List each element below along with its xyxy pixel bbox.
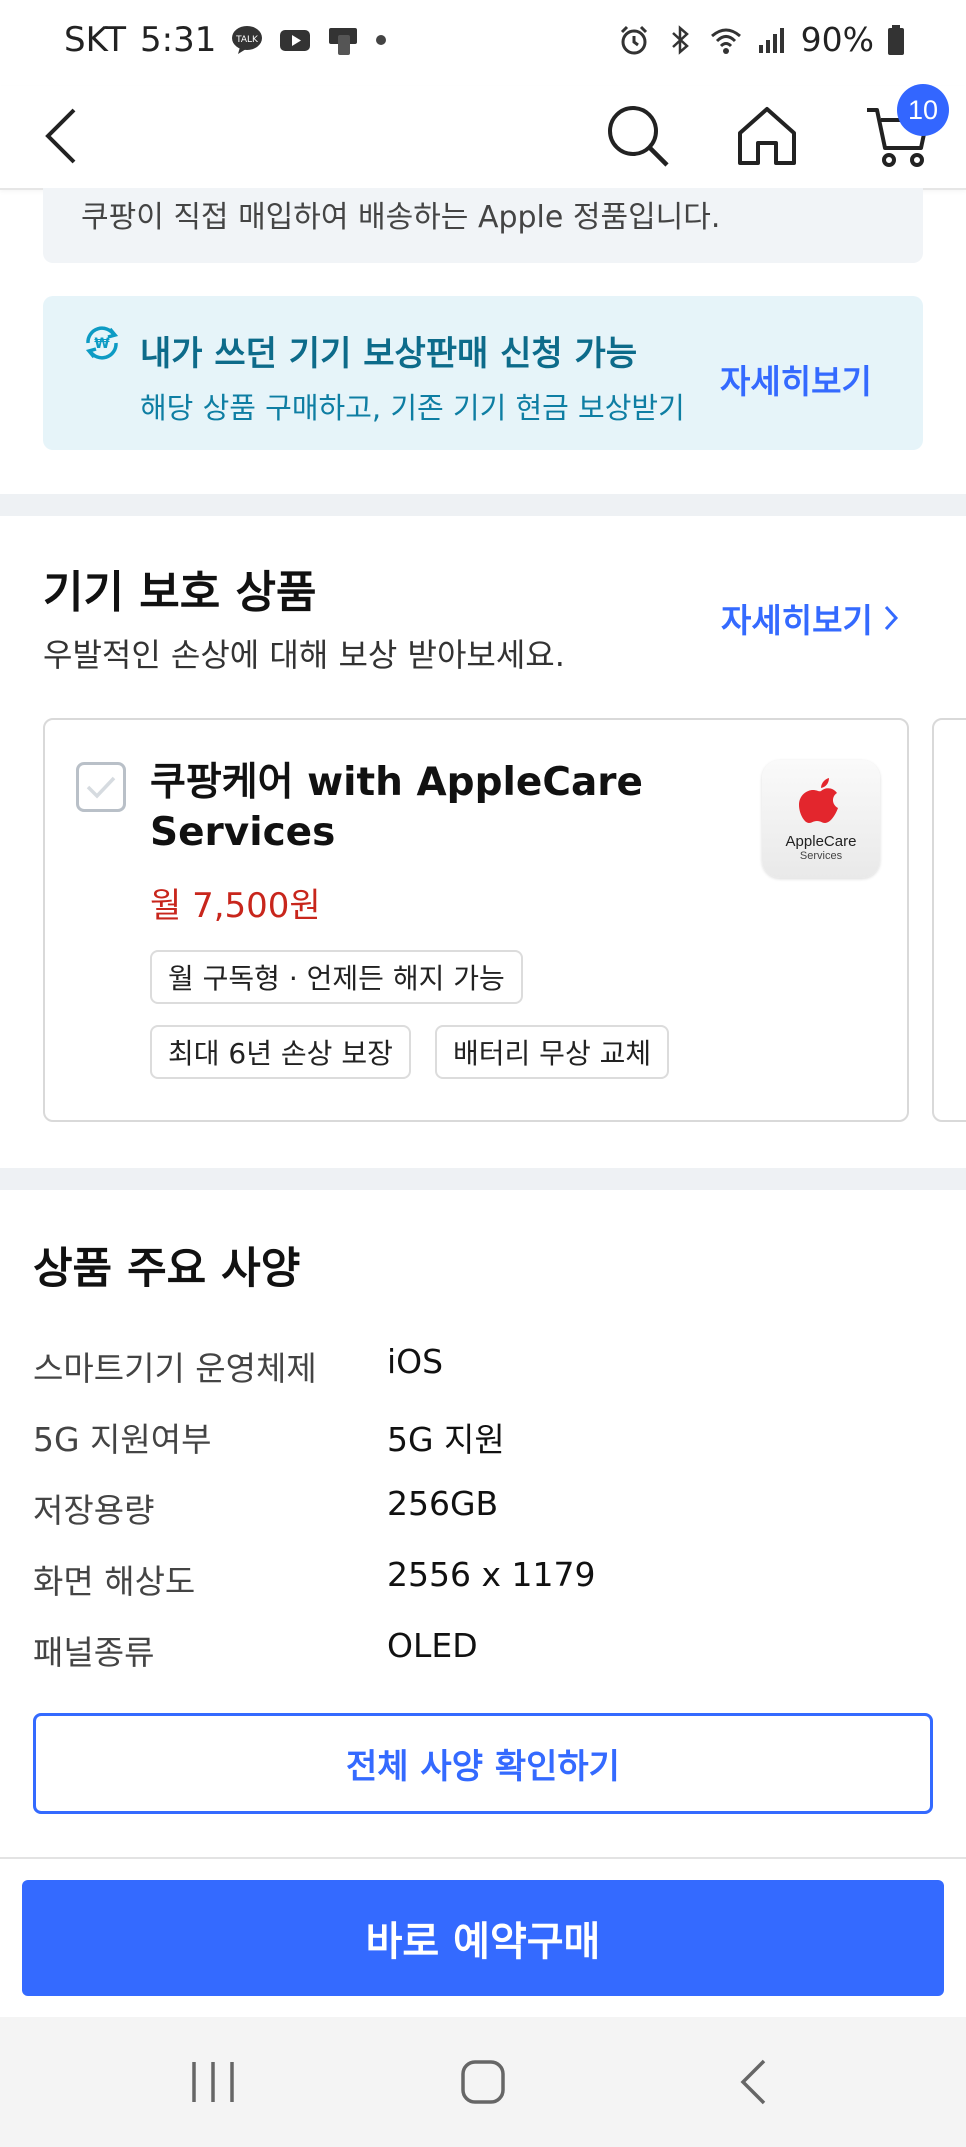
spec-label: 화면 해상도 <box>33 1562 196 1601</box>
trade-in-detail-link[interactable]: 자세히보기 <box>720 355 872 403</box>
section-divider <box>0 1168 966 1190</box>
alarm-icon <box>620 25 647 54</box>
system-nav-bar <box>0 2017 966 2147</box>
notice-text: 쿠팡이 직접 매입하여 배송하는 Apple 정품입니다. <box>81 200 721 235</box>
dot-icon <box>376 35 387 45</box>
trade-in-subtitle: 해당 상품 구매하고, 기존 기기 현금 보상받기 <box>140 391 685 425</box>
search-button[interactable] <box>598 96 678 176</box>
bluetooth-icon <box>671 24 689 55</box>
spec-value: 5G 지원 <box>387 1420 505 1459</box>
status-left: SKT 5:31 TALK <box>64 20 388 60</box>
home-icon <box>738 107 796 165</box>
back-button[interactable] <box>22 96 102 176</box>
view-all-specs-button[interactable]: 전체 사양 확인하기 <box>33 1713 933 1814</box>
home-system-button[interactable] <box>443 2047 523 2117</box>
spec-value: 2556 x 1179 <box>387 1555 596 1594</box>
battery-icon <box>888 24 904 55</box>
back-arrow-icon <box>45 108 76 164</box>
spec-label: 저장용량 <box>33 1491 155 1530</box>
check-icon <box>86 776 116 799</box>
svg-text:₩: ₩ <box>94 336 110 352</box>
time-label: 5:31 <box>140 20 217 60</box>
spec-row: 스마트기기 운영체제 iOS <box>33 1342 933 1402</box>
protection-card-title: 쿠팡케어 with AppleCare Services <box>150 760 643 855</box>
spec-row: 화면 해상도 2556 x 1179 <box>33 1555 933 1615</box>
kakaotalk-icon: TALK <box>232 26 263 54</box>
search-icon <box>608 106 669 167</box>
protection-detail-link[interactable]: 자세히보기 <box>721 594 899 642</box>
spec-row: 저장용량 256GB <box>33 1484 933 1544</box>
protection-detail-label: 자세히보기 <box>721 601 873 640</box>
buy-now-button[interactable]: 바로 예약구매 <box>22 1880 944 1996</box>
chevron-right-icon <box>884 605 898 631</box>
protection-tag: 최대 6년 손상 보장 <box>150 1025 411 1079</box>
top-nav: 10 <box>0 84 966 190</box>
protection-title: 기기 보호 상품 <box>43 567 317 618</box>
protection-checkbox[interactable] <box>76 762 126 812</box>
spec-row: 5G 지원여부 5G 지원 <box>33 1413 933 1473</box>
signal-icon <box>758 27 784 53</box>
applecare-logo-name: AppleCare <box>785 832 857 850</box>
exchange-won-icon: ₩ <box>85 326 119 360</box>
app-icon <box>329 28 358 55</box>
cart-button[interactable]: 10 <box>857 84 949 176</box>
svg-text:TALK: TALK <box>235 35 259 45</box>
home-square-icon <box>461 2060 505 2104</box>
recent-apps-button[interactable] <box>173 2047 253 2117</box>
battery-percent: 90% <box>800 20 874 59</box>
status-right: 90% <box>617 20 906 59</box>
protection-tag: 월 구독형 · 언제든 해지 가능 <box>150 950 523 1004</box>
apple-logo-icon <box>799 777 838 823</box>
applecare-logo-sub: Services <box>799 849 843 862</box>
protection-card-price: 월 7,500원 <box>150 886 321 926</box>
protection-subtitle: 우발적인 손상에 대해 보상 받아보세요. <box>43 636 565 674</box>
back-chevron-icon <box>740 2059 766 2105</box>
recent-apps-icon <box>192 2062 234 2102</box>
carrier-label: SKT <box>64 20 127 60</box>
wifi-icon <box>710 28 741 54</box>
applecare-logo: AppleCare Services <box>762 760 880 878</box>
youtube-icon <box>280 30 311 51</box>
spec-value: 256GB <box>387 1484 499 1523</box>
next-card-peek[interactable] <box>932 718 966 1122</box>
spec-value: OLED <box>387 1626 478 1665</box>
spec-label: 5G 지원여부 <box>33 1420 212 1459</box>
cart-badge: 10 <box>897 84 949 136</box>
home-button[interactable] <box>727 96 807 176</box>
spec-value: iOS <box>387 1342 444 1381</box>
section-divider <box>0 494 966 516</box>
back-system-button[interactable] <box>713 2047 793 2117</box>
spec-label: 패널종류 <box>33 1633 155 1672</box>
spec-row: 패널종류 OLED <box>33 1626 933 1686</box>
protection-tag: 배터리 무상 교체 <box>435 1025 670 1079</box>
trade-in-title: 내가 쓰던 기기 보상판매 신청 가능 <box>140 334 638 374</box>
spec-label: 스마트기기 운영체제 <box>33 1349 317 1388</box>
specs-title: 상품 주요 사양 <box>33 1244 301 1294</box>
